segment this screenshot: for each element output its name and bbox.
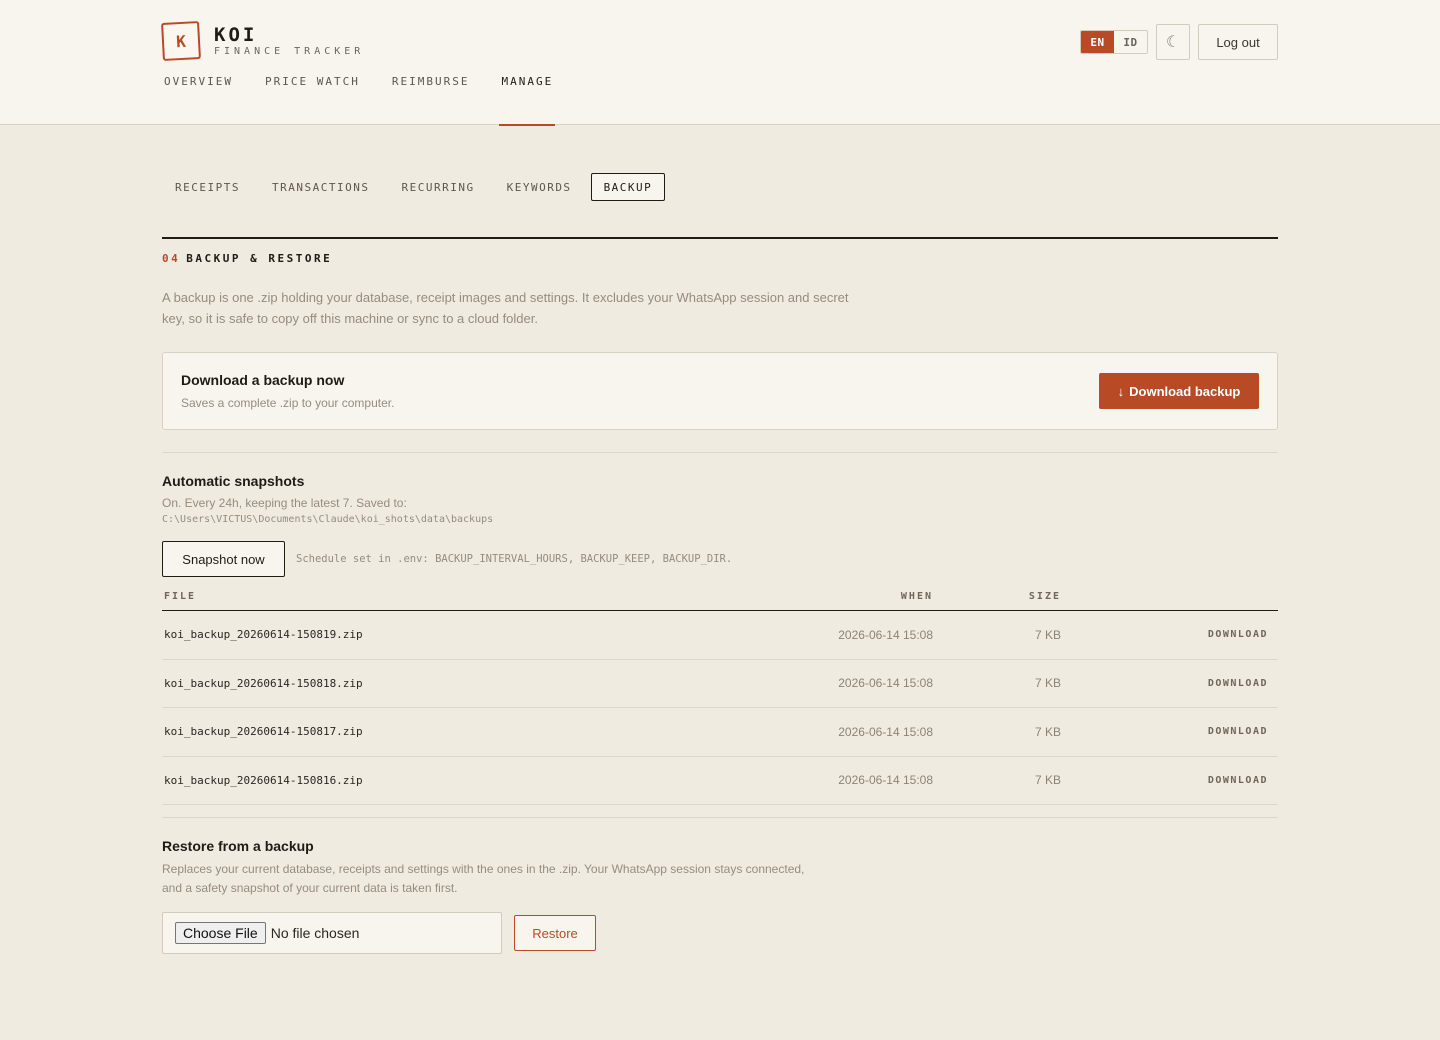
tab-recurring[interactable]: RECURRING — [388, 173, 487, 201]
file-when: 2026-06-14 15:08 — [795, 659, 935, 708]
download-link[interactable]: DOWNLOAD — [1063, 659, 1278, 708]
nav-manage[interactable]: MANAGE — [499, 75, 555, 126]
file-name: koi_backup_20260614-150819.zip — [162, 610, 795, 660]
file-name: koi_backup_20260614-150816.zip — [162, 756, 795, 805]
table-row: koi_backup_20260614-150819.zip 2026-06-1… — [162, 610, 1278, 660]
file-when: 2026-06-14 15:08 — [795, 707, 935, 757]
logo-icon: K — [161, 21, 201, 61]
snapshots-title: Automatic snapshots — [162, 473, 305, 489]
section-intro: A backup is one .zip holding your databa… — [162, 290, 849, 326]
tab-receipts[interactable]: RECEIPTS — [162, 173, 253, 201]
col-when: WHEN — [795, 591, 935, 611]
restore-title: Restore from a backup — [162, 838, 314, 854]
snapshots-description: On. Every 24h, keeping the latest 7. Sav… — [162, 496, 407, 510]
file-name: koi_backup_20260614-150818.zip — [162, 659, 795, 708]
col-action — [1063, 591, 1278, 611]
table-row: koi_backup_20260614-150817.zip 2026-06-1… — [162, 707, 1278, 757]
main-content: RECEIPTS TRANSACTIONS RECURRING KEYWORDS… — [162, 173, 1278, 954]
nav-reimburse-label: REIMBURSE — [391, 75, 470, 88]
snapshots-table: FILE WHEN SIZE koi_backup_20260614-15081… — [162, 591, 1278, 805]
language-toggle: EN ID — [1080, 30, 1148, 54]
download-backup-button[interactable]: ↓ Download backup — [1099, 373, 1259, 409]
divider — [162, 817, 1278, 818]
main-nav: OVERVIEW PRICE WATCH REIMBURSE MANAGE — [162, 75, 583, 126]
brand[interactable]: K KOI FINANCE TRACKER — [161, 21, 365, 61]
section-rule — [162, 237, 1278, 239]
nav-price-watch[interactable]: PRICE WATCH — [263, 75, 362, 125]
download-link[interactable]: DOWNLOAD — [1063, 707, 1278, 757]
file-status: No file chosen — [270, 925, 360, 941]
lang-en-button[interactable]: EN — [1081, 31, 1114, 53]
file-input[interactable]: Choose File No file chosen — [162, 912, 502, 954]
section-title: BACKUP & RESTORE — [186, 252, 333, 265]
download-card-subtitle: Saves a complete .zip to your computer. — [181, 396, 395, 410]
snapshots-path: C:\Users\VICTUS\Documents\Claude\koi_sho… — [162, 514, 494, 525]
file-size: 7 KB — [935, 756, 1063, 805]
nav-price-watch-label: PRICE WATCH — [264, 75, 360, 88]
table-row: koi_backup_20260614-150816.zip 2026-06-1… — [162, 756, 1278, 805]
logout-button[interactable]: Log out — [1198, 24, 1278, 60]
restore-description: Replaces your current database, receipts… — [162, 862, 805, 895]
theme-toggle-button[interactable]: ☾ — [1156, 24, 1190, 60]
schedule-note: Schedule set in .env: BACKUP_INTERVAL_HO… — [296, 553, 733, 565]
choose-file-button[interactable]: Choose File — [175, 922, 266, 944]
restore-button[interactable]: Restore — [514, 915, 596, 951]
download-link[interactable]: DOWNLOAD — [1063, 756, 1278, 805]
section-number: 04 — [162, 252, 181, 265]
download-backup-label: Download backup — [1129, 383, 1241, 399]
download-icon: ↓ — [1117, 383, 1125, 399]
app-subtitle: FINANCE TRACKER — [214, 46, 365, 57]
moon-icon: ☾ — [1165, 34, 1181, 51]
app-header: K KOI FINANCE TRACKER EN ID ☾ Log out OV… — [0, 0, 1440, 126]
nav-manage-label: MANAGE — [501, 75, 554, 88]
col-file: FILE — [162, 591, 795, 611]
file-size: 7 KB — [935, 707, 1063, 757]
lang-id-button[interactable]: ID — [1114, 31, 1147, 53]
nav-overview[interactable]: OVERVIEW — [162, 75, 235, 125]
file-when: 2026-06-14 15:08 — [795, 610, 935, 660]
nav-overview-label: OVERVIEW — [164, 75, 233, 88]
snapshot-now-button[interactable]: Snapshot now — [162, 541, 285, 577]
col-size: SIZE — [935, 591, 1063, 611]
app-title: KOI — [214, 24, 258, 46]
manage-subtabs: RECEIPTS TRANSACTIONS RECURRING KEYWORDS… — [162, 173, 1278, 201]
tab-backup[interactable]: BACKUP — [590, 173, 666, 201]
divider — [162, 452, 1278, 453]
section-heading: 04 BACKUP & RESTORE — [162, 252, 1278, 265]
tab-transactions[interactable]: TRANSACTIONS — [259, 173, 382, 201]
nav-reimburse[interactable]: REIMBURSE — [390, 75, 472, 125]
file-when: 2026-06-14 15:08 — [795, 756, 935, 805]
file-size: 7 KB — [935, 659, 1063, 708]
download-link[interactable]: DOWNLOAD — [1063, 610, 1278, 660]
file-name: koi_backup_20260614-150817.zip — [162, 707, 795, 757]
tab-keywords[interactable]: KEYWORDS — [494, 173, 585, 201]
table-row: koi_backup_20260614-150818.zip 2026-06-1… — [162, 659, 1278, 708]
download-card-title: Download a backup now — [181, 372, 345, 388]
download-card: Download a backup now Saves a complete .… — [162, 352, 1278, 430]
file-size: 7 KB — [935, 610, 1063, 660]
